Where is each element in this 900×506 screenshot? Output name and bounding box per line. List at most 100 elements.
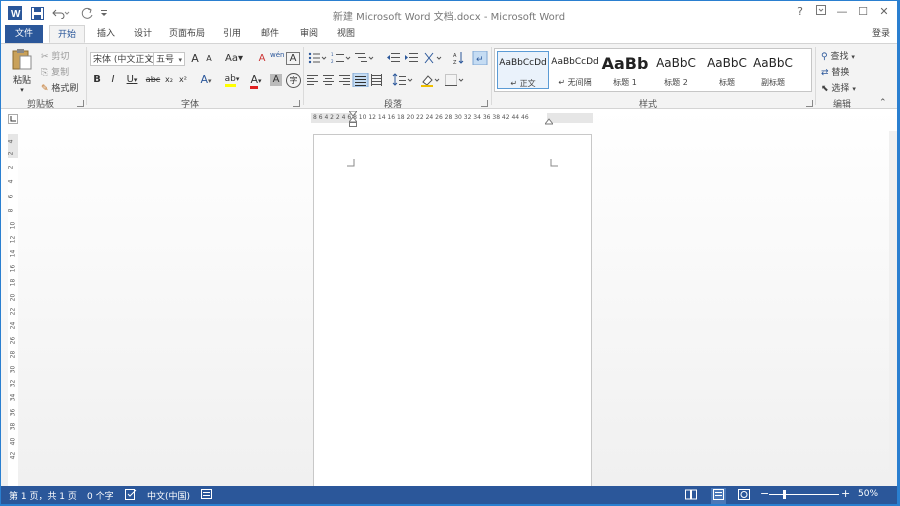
style-heading-1[interactable]: AaBb 标题 1 — [599, 51, 651, 89]
strikethrough-button[interactable]: abc — [145, 75, 161, 84]
ruler-numbers: 8 6 4 2 2 4 6 8 10 12 14 16 18 20 22 24 … — [313, 114, 529, 121]
clear-format-button[interactable]: A — [255, 53, 269, 64]
tab-home[interactable]: 开始 — [49, 25, 85, 43]
document-page[interactable] — [313, 134, 592, 494]
change-case-button[interactable]: Aa▾ — [224, 53, 244, 64]
align-center-icon[interactable] — [323, 75, 334, 85]
numbering-icon[interactable]: 12 — [331, 52, 351, 64]
tab-selector-icon[interactable] — [8, 114, 18, 124]
font-name-combo[interactable]: 宋体 (中文正文) ▾ — [90, 52, 154, 66]
style-heading-2[interactable]: AaBbC 标题 2 — [650, 51, 702, 89]
zoom-out-button[interactable]: − — [760, 487, 769, 500]
web-layout-icon[interactable] — [738, 489, 750, 503]
zoom-slider-thumb[interactable] — [783, 490, 786, 499]
font-launcher-icon[interactable] — [293, 100, 300, 107]
select-button[interactable]: ⬉ 选择 ▾ — [821, 81, 856, 94]
ruler-number: 14 — [9, 250, 17, 258]
find-button[interactable]: ⚲ 查找 ▾ — [821, 49, 855, 62]
font-color-button[interactable]: A▾ — [247, 73, 265, 89]
margin-corner-icon — [550, 159, 558, 167]
bold-button[interactable]: B — [91, 74, 103, 85]
close-button[interactable]: ✕ — [875, 4, 893, 20]
tab-view[interactable]: 视图 — [331, 25, 361, 43]
tab-file[interactable]: 文件 — [5, 25, 43, 43]
language[interactable]: 中文(中国) — [147, 489, 190, 502]
tab-references[interactable]: 引用 — [218, 25, 246, 43]
horizontal-ruler[interactable]: 8 6 4 2 2 4 6 8 10 12 14 16 18 20 22 24 … — [311, 111, 593, 127]
vertical-ruler[interactable]: 4 2 2 4 6 8 10 12 14 16 18 20 22 24 26 28 30 32 34 36 38 40 42 — [7, 134, 18, 486]
minimize-button[interactable]: — — [833, 4, 851, 20]
grow-font-button[interactable]: A — [189, 52, 201, 65]
format-painter-button[interactable]: ✎ 格式刷 — [41, 81, 78, 94]
style-sample: AaBbC — [656, 56, 696, 70]
text-effect-button[interactable]: A▾ — [197, 73, 215, 86]
justify-icon[interactable] — [352, 72, 369, 88]
tab-design[interactable]: 设计 — [128, 25, 158, 43]
ruler-number: 4 — [7, 179, 15, 184]
cut-button[interactable]: ✂ 剪切 — [41, 49, 69, 62]
align-left-icon[interactable] — [307, 75, 318, 85]
phonetic-guide-button[interactable]: wén — [270, 51, 284, 59]
shading-icon[interactable] — [421, 75, 440, 87]
zoom-in-button[interactable]: + — [841, 487, 850, 500]
ruler-number: 32 — [9, 379, 17, 388]
font-size-combo[interactable]: 五号 ▾ — [153, 52, 185, 66]
char-shading-button[interactable]: A — [270, 74, 282, 86]
copy-button[interactable]: ⎘ 复制 — [41, 65, 69, 78]
shrink-font-button[interactable]: A — [203, 54, 215, 63]
show-marks-icon[interactable]: ↵ — [472, 50, 488, 66]
macro-icon[interactable] — [201, 489, 213, 503]
decrease-indent-icon[interactable] — [387, 53, 400, 62]
multilevel-list-icon[interactable] — [355, 53, 374, 62]
style-name: 副标题 — [761, 78, 785, 87]
distributed-icon[interactable] — [371, 74, 382, 86]
zoom-level[interactable]: 50% — [858, 489, 878, 499]
tab-page-layout[interactable]: 页面布局 — [166, 25, 208, 43]
styles-launcher-icon[interactable] — [806, 100, 813, 107]
tab-mailings[interactable]: 邮件 — [255, 25, 285, 43]
line-spacing-icon[interactable] — [392, 73, 413, 86]
zoom-slider[interactable] — [769, 494, 839, 495]
align-right-icon[interactable] — [339, 75, 350, 85]
word-count[interactable]: 0 个字 — [87, 489, 114, 502]
login-link[interactable]: 登录 — [867, 25, 895, 43]
ruler-number: 34 — [9, 394, 17, 402]
style-no-spacing[interactable]: AaBbCcDd ↵ 无间隔 — [549, 51, 601, 89]
ruler-number: 22 — [9, 307, 17, 316]
help-button[interactable]: ? — [791, 4, 809, 20]
replace-button[interactable]: ⇄ 替换 — [821, 65, 849, 78]
style-subtitle[interactable]: AaBbC 副标题 — [749, 51, 797, 89]
underline-button[interactable]: U▾ — [123, 74, 141, 85]
page-count[interactable]: 第 1 页，共 1 页 — [9, 489, 77, 502]
svg-text:2: 2 — [331, 59, 334, 64]
bullets-icon[interactable] — [308, 52, 327, 64]
print-layout-icon[interactable] — [711, 488, 726, 504]
clipboard-launcher-icon[interactable] — [77, 100, 84, 107]
paste-button[interactable]: 粘贴 ▾ — [7, 48, 37, 94]
style-title[interactable]: AaBbC 标题 — [701, 51, 753, 89]
italic-button[interactable]: I — [107, 74, 119, 85]
chinese-layout-icon[interactable] — [424, 52, 442, 64]
tab-insert[interactable]: 插入 — [91, 25, 121, 43]
style-normal[interactable]: AaBbCcDd ↵ 正文 — [497, 51, 549, 89]
tab-review[interactable]: 审阅 — [294, 25, 324, 43]
increase-indent-icon[interactable] — [405, 53, 418, 62]
proofing-icon[interactable] — [125, 489, 137, 503]
superscript-button[interactable]: x² — [177, 75, 189, 84]
indent-marker-icon[interactable] — [349, 111, 357, 127]
read-mode-icon[interactable] — [685, 489, 697, 503]
style-sample: AaBbCcDd — [499, 58, 547, 68]
collapse-ribbon-icon[interactable]: ⌃ — [879, 98, 887, 108]
borders-icon[interactable] — [445, 74, 464, 87]
subscript-button[interactable]: x₂ — [163, 75, 175, 84]
highlight-button[interactable]: ab▾ — [221, 74, 243, 87]
ribbon-display-icon[interactable] — [812, 4, 830, 20]
vertical-scrollbar[interactable] — [889, 131, 897, 486]
restore-button[interactable]: ☐ — [854, 4, 872, 20]
char-border-button[interactable]: A — [286, 52, 300, 65]
sort-icon[interactable]: AZ — [453, 52, 464, 66]
enclose-char-button[interactable]: 字 — [286, 73, 301, 88]
paragraph-launcher-icon[interactable] — [481, 100, 488, 107]
right-indent-marker-icon[interactable] — [545, 117, 553, 125]
ruler-number: 42 — [9, 451, 17, 460]
